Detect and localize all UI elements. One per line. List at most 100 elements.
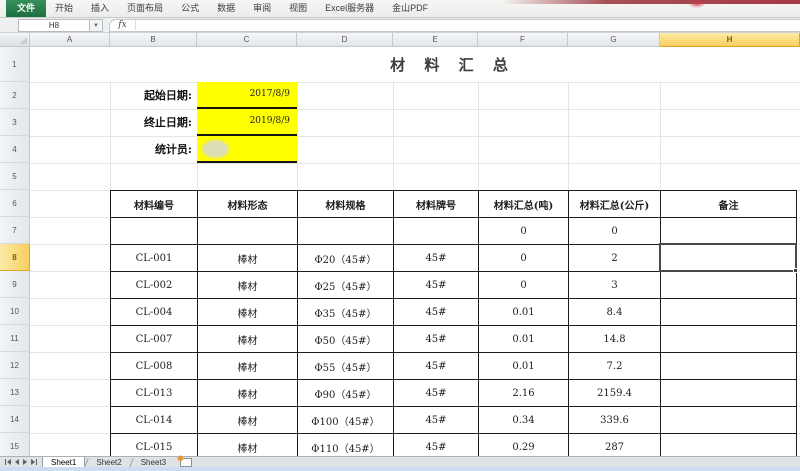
- row-header-12[interactable]: 12: [0, 352, 30, 379]
- cell[interactable]: [661, 299, 797, 326]
- cell[interactable]: 棒材: [198, 380, 298, 407]
- ribbon-tab-page-layout[interactable]: 页面布局: [118, 0, 172, 17]
- cell[interactable]: CL-004: [111, 299, 198, 326]
- cell[interactable]: [198, 218, 298, 245]
- column-header-c[interactable]: C: [197, 33, 297, 47]
- cell[interactable]: [661, 380, 797, 407]
- cell[interactable]: 棒材: [198, 353, 298, 380]
- column-header-f[interactable]: F: [478, 33, 568, 47]
- cell[interactable]: 棒材: [198, 299, 298, 326]
- sheet-tab-sheet1[interactable]: Sheet1: [42, 457, 85, 468]
- col-header-total-kg[interactable]: 材料汇总(公斤): [569, 191, 661, 218]
- cell[interactable]: CL-014: [111, 407, 198, 434]
- ribbon-tab-formulas[interactable]: 公式: [172, 0, 208, 17]
- ribbon-tab-file[interactable]: 文件: [6, 0, 46, 17]
- cell[interactable]: 0: [569, 218, 661, 245]
- ribbon-tab-data[interactable]: 数据: [208, 0, 244, 17]
- cell[interactable]: [394, 218, 479, 245]
- cell[interactable]: 339.6: [569, 407, 661, 434]
- col-header-total-tons[interactable]: 材料汇总(吨): [479, 191, 569, 218]
- cell[interactable]: [111, 218, 198, 245]
- col-header-material-form[interactable]: 材料形态: [198, 191, 298, 218]
- row-header-7[interactable]: 7: [0, 217, 30, 244]
- cell-h8-selected[interactable]: [661, 245, 797, 272]
- cell[interactable]: 45#: [394, 245, 479, 272]
- cell[interactable]: 14.8: [569, 326, 661, 353]
- ribbon-tab-excel-server[interactable]: Excel服务器: [316, 0, 383, 17]
- cell[interactable]: 0.01: [479, 353, 569, 380]
- cell[interactable]: 45#: [394, 299, 479, 326]
- next-sheet-button[interactable]: [23, 459, 27, 465]
- cell[interactable]: 棒材: [198, 407, 298, 434]
- cell[interactable]: 棒材: [198, 245, 298, 272]
- column-header-g[interactable]: G: [568, 33, 660, 47]
- cell[interactable]: 2159.4: [569, 380, 661, 407]
- col-header-material-code[interactable]: 材料编号: [111, 191, 198, 218]
- cell[interactable]: Φ55（45#）: [298, 353, 394, 380]
- cell[interactable]: Φ110（45#）: [298, 434, 394, 457]
- insert-worksheet-icon[interactable]: [180, 458, 192, 467]
- select-all-corner[interactable]: [0, 33, 30, 47]
- cell[interactable]: [661, 326, 797, 353]
- ribbon-tab-jinshan-pdf[interactable]: 金山PDF: [383, 0, 437, 17]
- cell[interactable]: Φ25（45#）: [298, 272, 394, 299]
- column-header-e[interactable]: E: [393, 33, 478, 47]
- ribbon-tab-insert[interactable]: 插入: [82, 0, 118, 17]
- cell[interactable]: 45#: [394, 380, 479, 407]
- cell[interactable]: 0.34: [479, 407, 569, 434]
- row-header-1[interactable]: 1: [0, 47, 30, 82]
- cell[interactable]: 45#: [394, 407, 479, 434]
- start-date-cell[interactable]: 2017/8/9: [197, 82, 297, 109]
- cell[interactable]: 287: [569, 434, 661, 457]
- col-header-remark[interactable]: 备注: [661, 191, 797, 218]
- cell[interactable]: CL-008: [111, 353, 198, 380]
- cell[interactable]: CL-007: [111, 326, 198, 353]
- cell[interactable]: Φ90（45#）: [298, 380, 394, 407]
- ribbon-tab-review[interactable]: 审阅: [244, 0, 280, 17]
- row-header-2[interactable]: 2: [0, 82, 30, 109]
- col-header-material-grade[interactable]: 材料牌号: [394, 191, 479, 218]
- cell[interactable]: 0.29: [479, 434, 569, 457]
- cell[interactable]: Φ50（45#）: [298, 326, 394, 353]
- cell[interactable]: [661, 218, 797, 245]
- cell[interactable]: [298, 218, 394, 245]
- first-sheet-button[interactable]: [5, 459, 11, 465]
- row-header-5[interactable]: 5: [0, 163, 30, 190]
- cell[interactable]: 7.2: [569, 353, 661, 380]
- column-header-b[interactable]: B: [110, 33, 197, 47]
- cell[interactable]: 0: [479, 245, 569, 272]
- row-header-15[interactable]: 15: [0, 433, 30, 456]
- row-header-14[interactable]: 14: [0, 406, 30, 433]
- cell[interactable]: 0.01: [479, 299, 569, 326]
- last-sheet-button[interactable]: [31, 459, 37, 465]
- row-header-13[interactable]: 13: [0, 379, 30, 406]
- sheet-tab-sheet3[interactable]: Sheet3: [133, 457, 174, 468]
- row-header-11[interactable]: 11: [0, 325, 30, 352]
- cell[interactable]: CL-001: [111, 245, 198, 272]
- cell[interactable]: Φ100（45#）: [298, 407, 394, 434]
- col-header-material-spec[interactable]: 材料规格: [298, 191, 394, 218]
- row-header-3[interactable]: 3: [0, 109, 30, 136]
- cell[interactable]: 45#: [394, 353, 479, 380]
- column-header-a[interactable]: A: [30, 33, 110, 47]
- cell[interactable]: [661, 434, 797, 457]
- cell[interactable]: CL-015: [111, 434, 198, 457]
- end-date-cell[interactable]: 2019/8/9: [197, 109, 297, 136]
- ribbon-tab-view[interactable]: 视图: [280, 0, 316, 17]
- name-box-dropdown-icon[interactable]: ▼: [90, 19, 103, 32]
- cell[interactable]: 45#: [394, 272, 479, 299]
- sheet-grid[interactable]: 材 料 汇 总 起始日期: 2017/8/9 终止日期: 2019/8/9 统计…: [30, 47, 800, 456]
- row-header-9[interactable]: 9: [0, 271, 30, 298]
- cell[interactable]: 45#: [394, 434, 479, 457]
- cell[interactable]: 0.01: [479, 326, 569, 353]
- row-header-6[interactable]: 6: [0, 190, 30, 217]
- row-header-10[interactable]: 10: [0, 298, 30, 325]
- cell[interactable]: CL-013: [111, 380, 198, 407]
- sheet-tab-sheet2[interactable]: Sheet2: [88, 457, 129, 468]
- cell[interactable]: Φ20（45#）: [298, 245, 394, 272]
- cell[interactable]: [661, 407, 797, 434]
- row-header-4[interactable]: 4: [0, 136, 30, 163]
- cell[interactable]: 45#: [394, 326, 479, 353]
- cell[interactable]: 3: [569, 272, 661, 299]
- cell[interactable]: 棒材: [198, 272, 298, 299]
